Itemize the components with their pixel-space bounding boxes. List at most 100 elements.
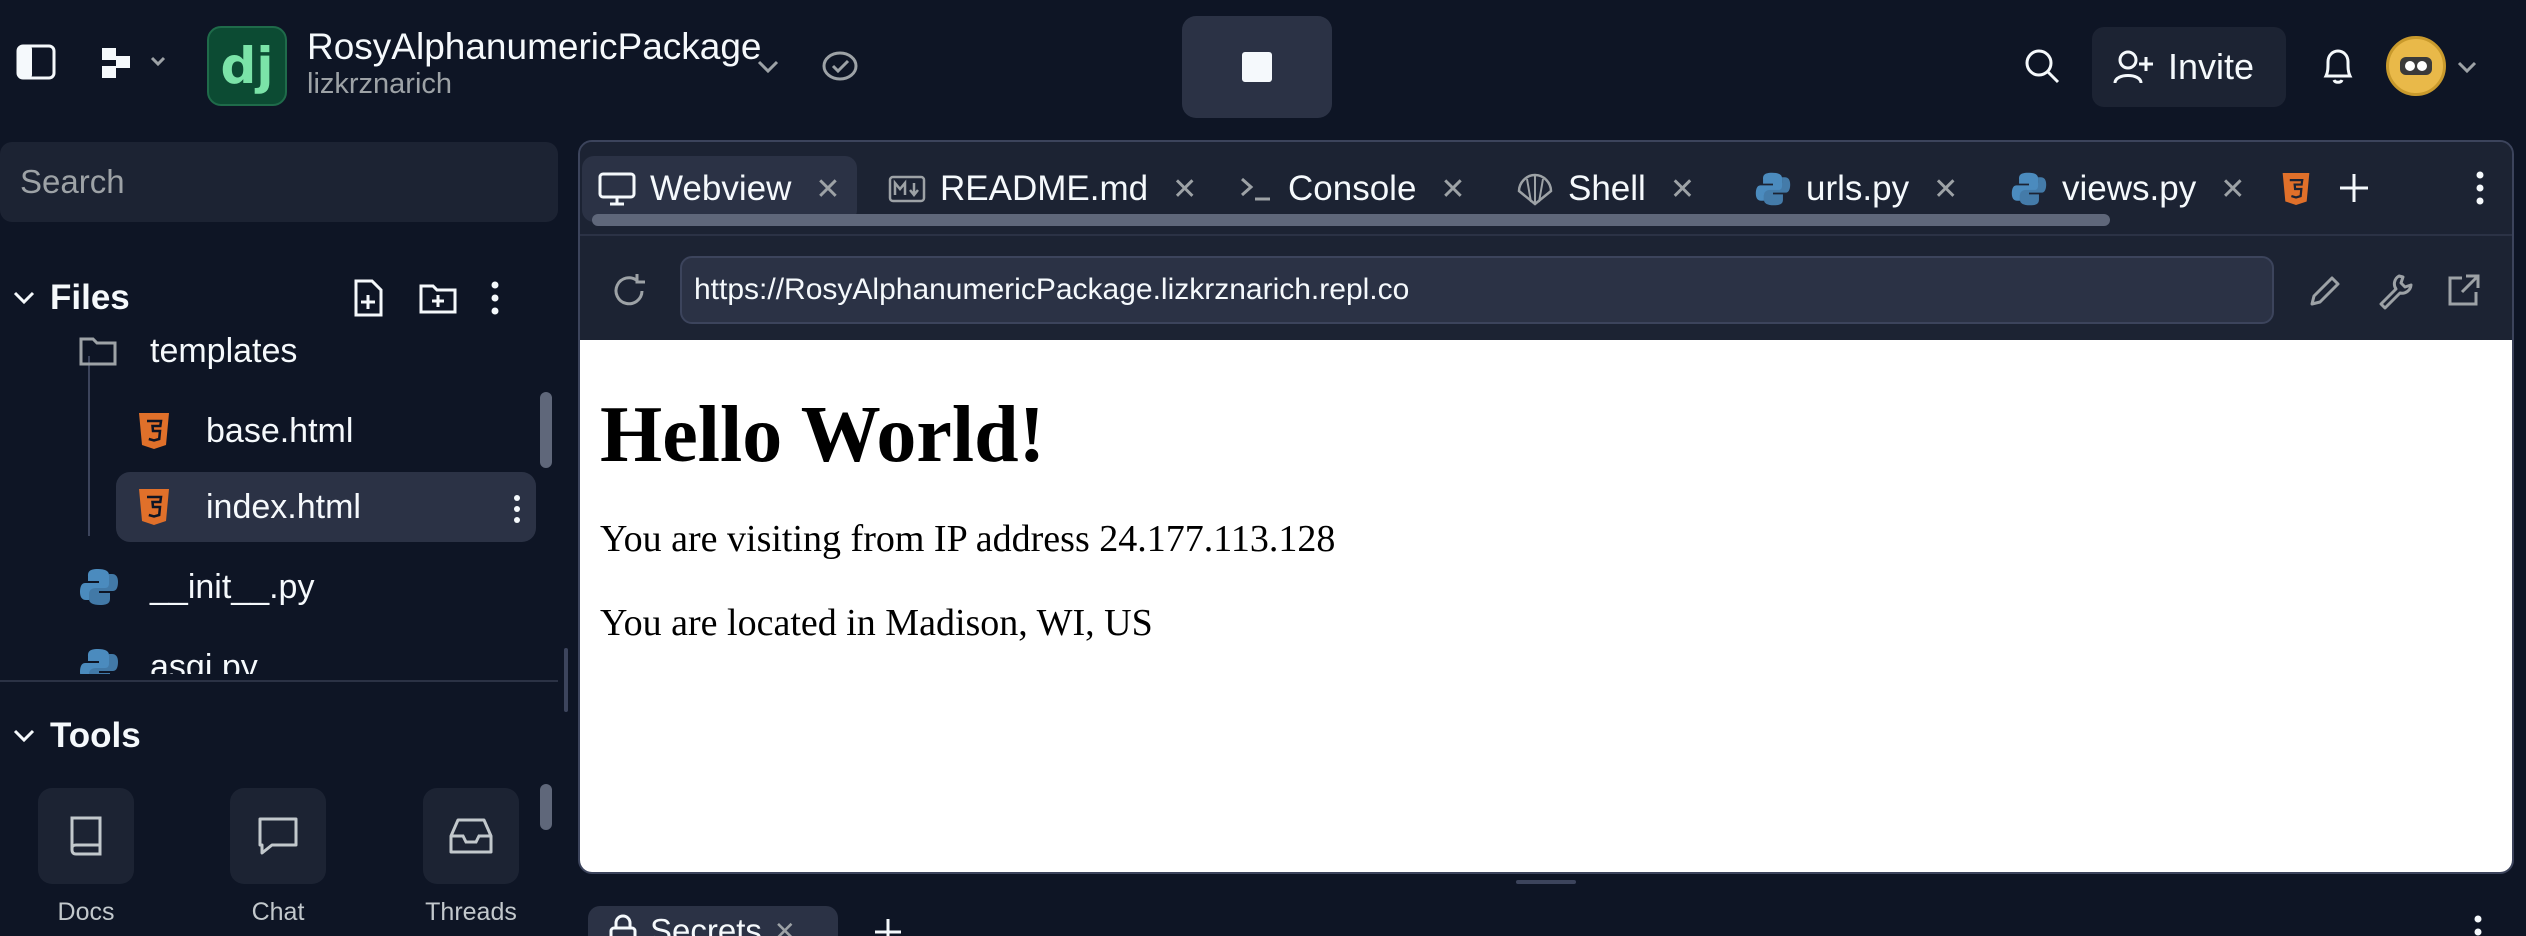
- close-icon[interactable]: ✕: [1670, 172, 1695, 207]
- tree-item-base-html[interactable]: base.html: [136, 396, 536, 466]
- tool-label: Docs: [57, 898, 115, 926]
- tree-item-label: asgi.py: [150, 647, 258, 675]
- tab-readme[interactable]: README.md ✕: [872, 156, 1213, 222]
- tools-section-header[interactable]: Tools: [0, 708, 141, 764]
- bell-icon[interactable]: [2316, 44, 2360, 88]
- tab-label: Secrets: [650, 912, 762, 936]
- pane-resize-handle[interactable]: [1516, 880, 1576, 884]
- close-icon[interactable]: ✕: [2220, 172, 2245, 207]
- tool-label: Threads: [425, 898, 517, 926]
- python-icon: [2011, 172, 2047, 206]
- new-tab-icon[interactable]: [868, 912, 908, 936]
- tool-label: Chat: [251, 898, 305, 926]
- tab-label: Shell: [1568, 169, 1646, 208]
- close-icon[interactable]: ✕: [1440, 172, 1465, 207]
- tab-scrollbar[interactable]: [592, 214, 2110, 226]
- python-icon: [1755, 172, 1791, 206]
- chevron-down-icon[interactable]: [748, 50, 788, 84]
- python-icon: [80, 569, 118, 605]
- add-user-icon: [2112, 47, 2154, 87]
- tree-item-index-html[interactable]: index.html: [116, 472, 536, 542]
- tree-item-label: index.html: [206, 487, 361, 526]
- tree-item-init-py[interactable]: __init__.py: [78, 552, 538, 622]
- stop-icon: [1242, 52, 1272, 82]
- refresh-icon[interactable]: [606, 268, 652, 314]
- python-icon: [80, 649, 118, 674]
- new-folder-icon[interactable]: [418, 280, 458, 316]
- avatar-chevron-icon[interactable]: [2452, 52, 2482, 82]
- tab-label: Console: [1288, 169, 1417, 208]
- url-field[interactable]: [680, 256, 2274, 324]
- more-options-icon[interactable]: [490, 280, 500, 316]
- lock-icon: [609, 914, 637, 936]
- bottom-tab-bar: Secrets ✕: [578, 896, 2514, 936]
- webview-content: Hello World! You are visiting from IP ad…: [580, 340, 2512, 872]
- workspace-menu-icon[interactable]: [94, 40, 174, 84]
- stop-button[interactable]: [1182, 16, 1332, 118]
- sidebar-resize-handle[interactable]: [564, 648, 568, 712]
- invite-label: Invite: [2168, 46, 2255, 87]
- tree-item-asgi-py[interactable]: asgi.py: [78, 632, 258, 674]
- tree-overflow-clip: asgi.py: [0, 632, 540, 674]
- tab-shell[interactable]: Shell ✕: [1500, 156, 1711, 222]
- tab-views-py[interactable]: views.py ✕: [1994, 156, 2261, 222]
- close-icon[interactable]: ✕: [1172, 172, 1197, 207]
- sidebar: Search Files templates base.html index.h…: [0, 134, 564, 936]
- page-heading: Hello World!: [600, 391, 1046, 479]
- tab-bar: Webview ✕ README.md ✕ Console ✕ Shell ✕ …: [580, 142, 2512, 234]
- tool-docs[interactable]: Docs: [21, 788, 151, 927]
- close-icon[interactable]: ✕: [815, 172, 840, 207]
- tool-threads[interactable]: Threads: [406, 788, 536, 927]
- django-logo[interactable]: dj: [207, 26, 287, 106]
- checkpoint-icon[interactable]: [818, 46, 862, 86]
- open-new-window-icon[interactable]: [2440, 268, 2486, 314]
- new-file-icon[interactable]: [350, 278, 386, 318]
- tree-item-label: templates: [150, 331, 298, 370]
- folder-icon: [79, 337, 117, 366]
- html5-icon: [2282, 173, 2310, 205]
- repl-name[interactable]: RosyAlphanumericPackage: [307, 26, 762, 68]
- files-scrollbar[interactable]: [540, 392, 552, 468]
- tree-item-templates[interactable]: templates: [78, 316, 538, 386]
- html5-icon: [139, 489, 169, 525]
- tab-label: views.py: [2062, 169, 2197, 208]
- tab-label: README.md: [940, 169, 1149, 208]
- search-input[interactable]: Search: [0, 142, 558, 222]
- tab-secrets[interactable]: Secrets ✕: [588, 906, 838, 936]
- sidebar-toggle-icon[interactable]: [14, 40, 58, 84]
- html5-icon: [139, 413, 169, 449]
- invite-button[interactable]: Invite: [2092, 27, 2286, 107]
- close-icon[interactable]: ✕: [1933, 172, 1958, 207]
- new-tab-icon[interactable]: [2332, 166, 2376, 210]
- ip-address-text: You are visiting from IP address 24.177.…: [600, 518, 1336, 560]
- tab-webview[interactable]: Webview ✕: [582, 156, 857, 222]
- tree-item-label: base.html: [206, 411, 354, 450]
- workspace-pane: Webview ✕ README.md ✕ Console ✕ Shell ✕ …: [578, 140, 2514, 874]
- address-bar: [580, 234, 2512, 340]
- tools-label: Tools: [50, 716, 141, 755]
- location-text: You are located in Madison, WI, US: [600, 602, 1153, 644]
- tree-item-label: __init__.py: [150, 567, 315, 606]
- more-options-icon[interactable]: [512, 494, 522, 524]
- avatar[interactable]: [2386, 36, 2446, 96]
- shell-icon: [1517, 173, 1553, 206]
- close-icon[interactable]: ✕: [774, 916, 796, 936]
- tab-urls-py[interactable]: urls.py ✕: [1738, 156, 1974, 222]
- tab-console[interactable]: Console ✕: [1222, 156, 1482, 222]
- bottom-pane-menu-icon[interactable]: [2458, 912, 2498, 936]
- tab-label: urls.py: [1806, 169, 1910, 208]
- pane-menu-icon[interactable]: [2460, 166, 2500, 210]
- pencil-icon[interactable]: [2302, 268, 2348, 314]
- section-divider: [0, 680, 558, 682]
- tool-chat[interactable]: Chat: [213, 788, 343, 927]
- search-icon[interactable]: [2020, 44, 2064, 88]
- top-bar: dj RosyAlphanumericPackage lizkrznarich …: [0, 0, 2526, 134]
- inbox-icon: [423, 788, 519, 884]
- monitor-icon: [598, 172, 636, 206]
- book-icon: [38, 788, 134, 884]
- markdown-icon: [888, 175, 926, 203]
- devtools-wrench-icon[interactable]: [2372, 268, 2418, 314]
- terminal-icon: [1241, 177, 1270, 201]
- repl-owner[interactable]: lizkrznarich: [307, 68, 452, 101]
- tools-scrollbar[interactable]: [540, 784, 552, 830]
